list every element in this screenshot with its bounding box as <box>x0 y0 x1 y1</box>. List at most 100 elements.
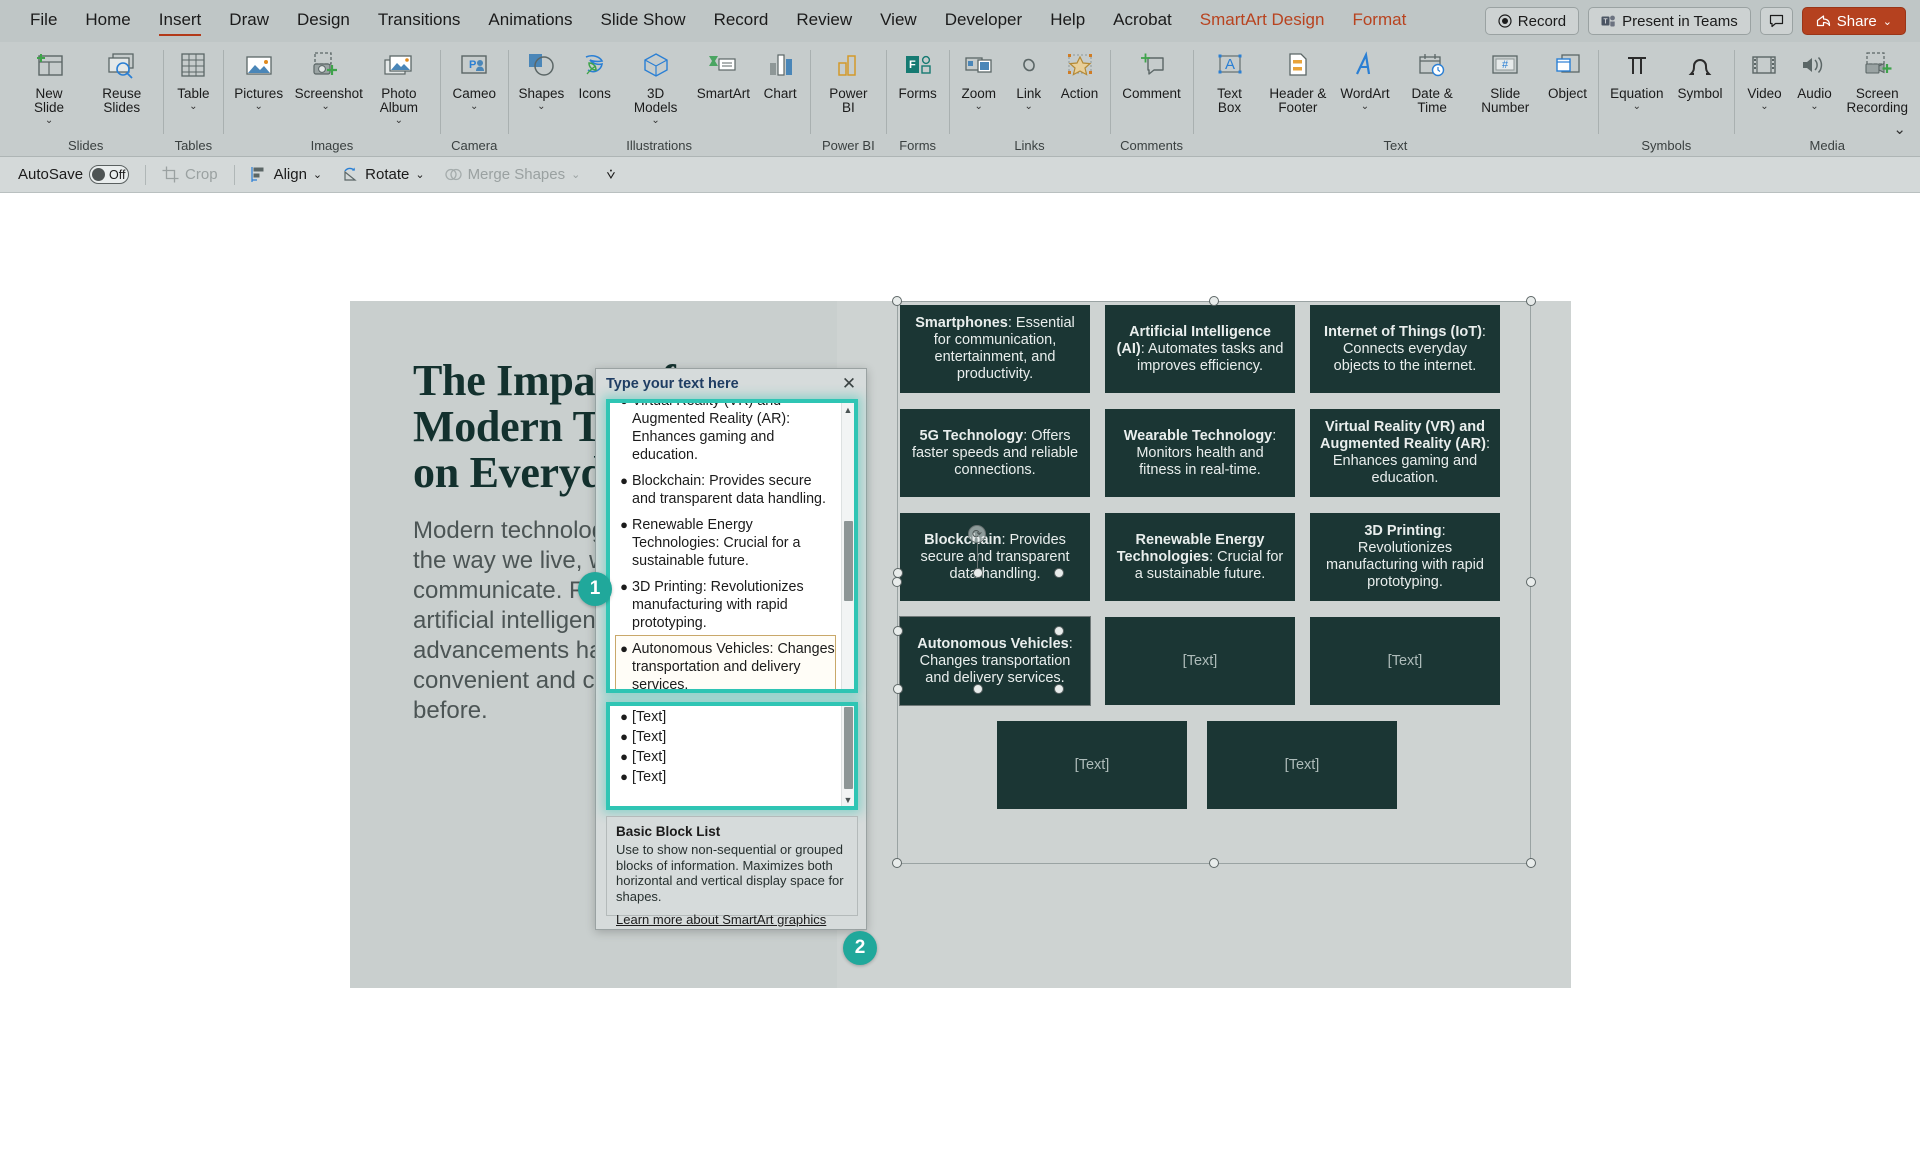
text-pane-scrollbar-2[interactable]: ▼ <box>841 706 854 806</box>
chevron-down-icon[interactable]: ⌄ <box>1760 101 1768 112</box>
chevron-down-icon[interactable]: ⌄ <box>537 101 545 112</box>
ribbon-tab-acrobat[interactable]: Acrobat <box>1099 6 1186 36</box>
ribbon-button-pictures[interactable]: Pictures ⌄ <box>228 46 289 114</box>
smartart-block-placeholder[interactable]: [Text] <box>997 721 1187 809</box>
chevron-down-icon[interactable]: ⌄ <box>189 101 197 112</box>
smartart-block[interactable]: 3D Printing: Revolutionizes manufacturin… <box>1310 513 1500 601</box>
ribbon-tab-animations[interactable]: Animations <box>474 6 586 36</box>
shape-handle-bc[interactable] <box>973 684 983 694</box>
ribbon-button-screen-recording[interactable]: Screen Recording <box>1839 46 1915 117</box>
chevron-down-icon[interactable]: ⌄ <box>1025 101 1033 112</box>
smartart-handle-bc[interactable] <box>1209 858 1219 868</box>
smartart-block[interactable]: Renewable Energy Technologies: Crucial f… <box>1105 513 1295 601</box>
chevron-down-icon[interactable]: ⌄ <box>254 101 262 112</box>
ribbon-button-equation[interactable]: Equation ⌄ <box>1603 46 1670 114</box>
crop-button[interactable]: Crop <box>154 164 226 185</box>
smartart-handle-br[interactable] <box>1526 858 1536 868</box>
smartart-block[interactable]: 5G Technology: Offers faster speeds and … <box>900 409 1090 497</box>
comments-button[interactable] <box>1759 7 1793 35</box>
smartart-block-placeholder[interactable]: [Text] <box>1105 617 1295 705</box>
ribbon-button-symbol[interactable]: Symbol <box>1670 46 1729 103</box>
smartart-handle-tc[interactable] <box>1209 296 1219 306</box>
ribbon-tab-transitions[interactable]: Transitions <box>364 6 475 36</box>
chevron-down-icon[interactable]: ⌄ <box>651 115 659 126</box>
shape-handle-ml[interactable] <box>893 626 903 636</box>
align-button[interactable]: Align ⌄ <box>243 164 331 185</box>
smartart-block[interactable]: Internet of Things (IoT): Connects every… <box>1310 305 1500 393</box>
text-pane-list-item[interactable]: ● Renewable Energy Technologies: Crucial … <box>616 512 835 574</box>
record-button[interactable]: Record <box>1484 7 1580 35</box>
chevron-down-icon[interactable]: ⌄ <box>45 115 53 126</box>
smartart-block[interactable]: Artificial Intelligence (AI): Automates … <box>1105 305 1295 393</box>
text-pane-placeholder-list[interactable]: ● [Text] ● [Text] ● [Text] ● [Text] <box>610 706 841 806</box>
ribbon-button-icons[interactable]: Icons <box>570 46 620 103</box>
ribbon-button-chart[interactable]: Chart <box>755 46 805 103</box>
ribbon-button-date-time[interactable]: Date & Time <box>1395 46 1468 117</box>
ribbon-button-link[interactable]: Link ⌄ <box>1004 46 1054 114</box>
shape-handle-tr[interactable] <box>1054 568 1064 578</box>
ribbon-button-slide-number[interactable]: # Slide Number <box>1469 46 1542 117</box>
ribbon-tab-smartart-design[interactable]: SmartArt Design <box>1186 6 1339 36</box>
autosave-control[interactable]: AutoSave Off <box>10 163 137 186</box>
scroll-down-icon[interactable]: ▼ <box>842 793 854 806</box>
text-pane-list-item[interactable]: ● 3D Printing: Revolutionizes manufacturi… <box>616 574 835 636</box>
ribbon-button-action[interactable]: Action <box>1054 46 1106 103</box>
shape-handle-br[interactable] <box>1054 684 1064 694</box>
chevron-down-icon[interactable]: ⌄ <box>321 101 329 112</box>
ribbon-tab-help[interactable]: Help <box>1036 6 1099 36</box>
ribbon-button-comment[interactable]: Comment <box>1115 46 1188 103</box>
merge-shapes-button[interactable]: Merge Shapes ⌄ <box>437 164 589 185</box>
text-pane-list-item[interactable]: ● Autonomous Vehicles: Changes transporta… <box>615 635 836 689</box>
rotation-handle[interactable]: ⟳ <box>968 525 986 543</box>
chevron-down-icon[interactable]: ⌄ <box>470 101 478 112</box>
ribbon-tab-review[interactable]: Review <box>782 6 866 36</box>
ribbon-tab-design[interactable]: Design <box>283 6 364 36</box>
ribbon-button-wordart[interactable]: WordArt ⌄ <box>1334 46 1395 114</box>
ribbon-button-audio[interactable]: Audio ⌄ <box>1789 46 1839 114</box>
shape-handle-tc[interactable] <box>973 568 983 578</box>
text-pane-scrollbar[interactable]: ▲ <box>841 403 854 689</box>
smartart-handle-bl[interactable] <box>892 858 902 868</box>
smartart-handle-tr[interactable] <box>1526 296 1536 306</box>
chevron-down-icon[interactable]: ⌄ <box>395 115 403 126</box>
quickbar-overflow-button[interactable]: ⩒ <box>598 164 623 185</box>
share-button[interactable]: Share ⌄ <box>1801 7 1906 35</box>
chevron-down-icon[interactable]: ⌄ <box>1361 101 1369 112</box>
text-pane-placeholder-item[interactable]: ● [Text] <box>616 767 835 787</box>
ribbon-button-zoom[interactable]: Zoom ⌄ <box>954 46 1004 114</box>
smartart-handle-ml[interactable] <box>892 577 902 587</box>
smartart-block[interactable]: Blockchain: Provides secure and transpar… <box>900 513 1090 601</box>
ribbon-tab-format[interactable]: Format <box>1338 6 1420 36</box>
smartart-text-pane[interactable]: Type your text here ✕ ●Virtual Reality (… <box>595 368 867 930</box>
close-icon[interactable]: ✕ <box>838 373 860 395</box>
ribbon-button-smartart[interactable]: SmartArt <box>692 46 756 103</box>
learn-more-link[interactable]: Learn more about SmartArt graphics <box>616 912 848 927</box>
smartart-block[interactable]: Virtual Reality (VR) and Augmented Reali… <box>1310 409 1500 497</box>
ribbon-button-cameo[interactable]: P Cameo ⌄ <box>445 46 503 114</box>
smartart-block[interactable]: Smartphones: Essential for communication… <box>900 305 1090 393</box>
ribbon-button-header-footer[interactable]: Header & Footer <box>1261 46 1334 117</box>
ribbon-tab-record[interactable]: Record <box>700 6 783 36</box>
ribbon-button-3d-models[interactable]: 3D Models ⌄ <box>620 46 692 128</box>
text-pane-placeholder-item[interactable]: ● [Text] <box>616 707 835 727</box>
smartart-block-placeholder[interactable]: [Text] <box>1207 721 1397 809</box>
ribbon-button-text-box[interactable]: A Text Box <box>1198 46 1261 117</box>
smartart-block[interactable]: Wearable Technology: Monitors health and… <box>1105 409 1295 497</box>
ribbon-tab-home[interactable]: Home <box>71 6 144 36</box>
shape-handle-mr[interactable] <box>1054 626 1064 636</box>
ribbon-expand-icon[interactable]: ⌄ <box>1893 120 1906 138</box>
ribbon-button-screenshot[interactable]: Screenshot ⌄ <box>289 46 363 114</box>
ribbon-button-photo-album[interactable]: Photo Album ⌄ <box>362 46 435 128</box>
text-pane-list[interactable]: ●Virtual Reality (VR) and Augmented Real… <box>610 403 841 689</box>
autosave-toggle[interactable]: Off <box>89 165 130 184</box>
ribbon-tab-draw[interactable]: Draw <box>215 6 283 36</box>
ribbon-button-power-bi[interactable]: Power BI <box>815 46 881 117</box>
smartart-handle-tl[interactable] <box>892 296 902 306</box>
text-pane-list-item[interactable]: ● Blockchain: Provides secure and transpa… <box>616 468 835 512</box>
rotate-button[interactable]: Rotate ⌄ <box>334 164 432 185</box>
shape-handle-bl[interactable] <box>893 684 903 694</box>
ribbon-button-table[interactable]: Table ⌄ <box>168 46 218 114</box>
chevron-down-icon[interactable]: ⌄ <box>1633 101 1641 112</box>
chevron-down-icon[interactable]: ⌄ <box>975 101 983 112</box>
ribbon-button-reuse-slides[interactable]: Reuse Slides <box>85 46 158 117</box>
